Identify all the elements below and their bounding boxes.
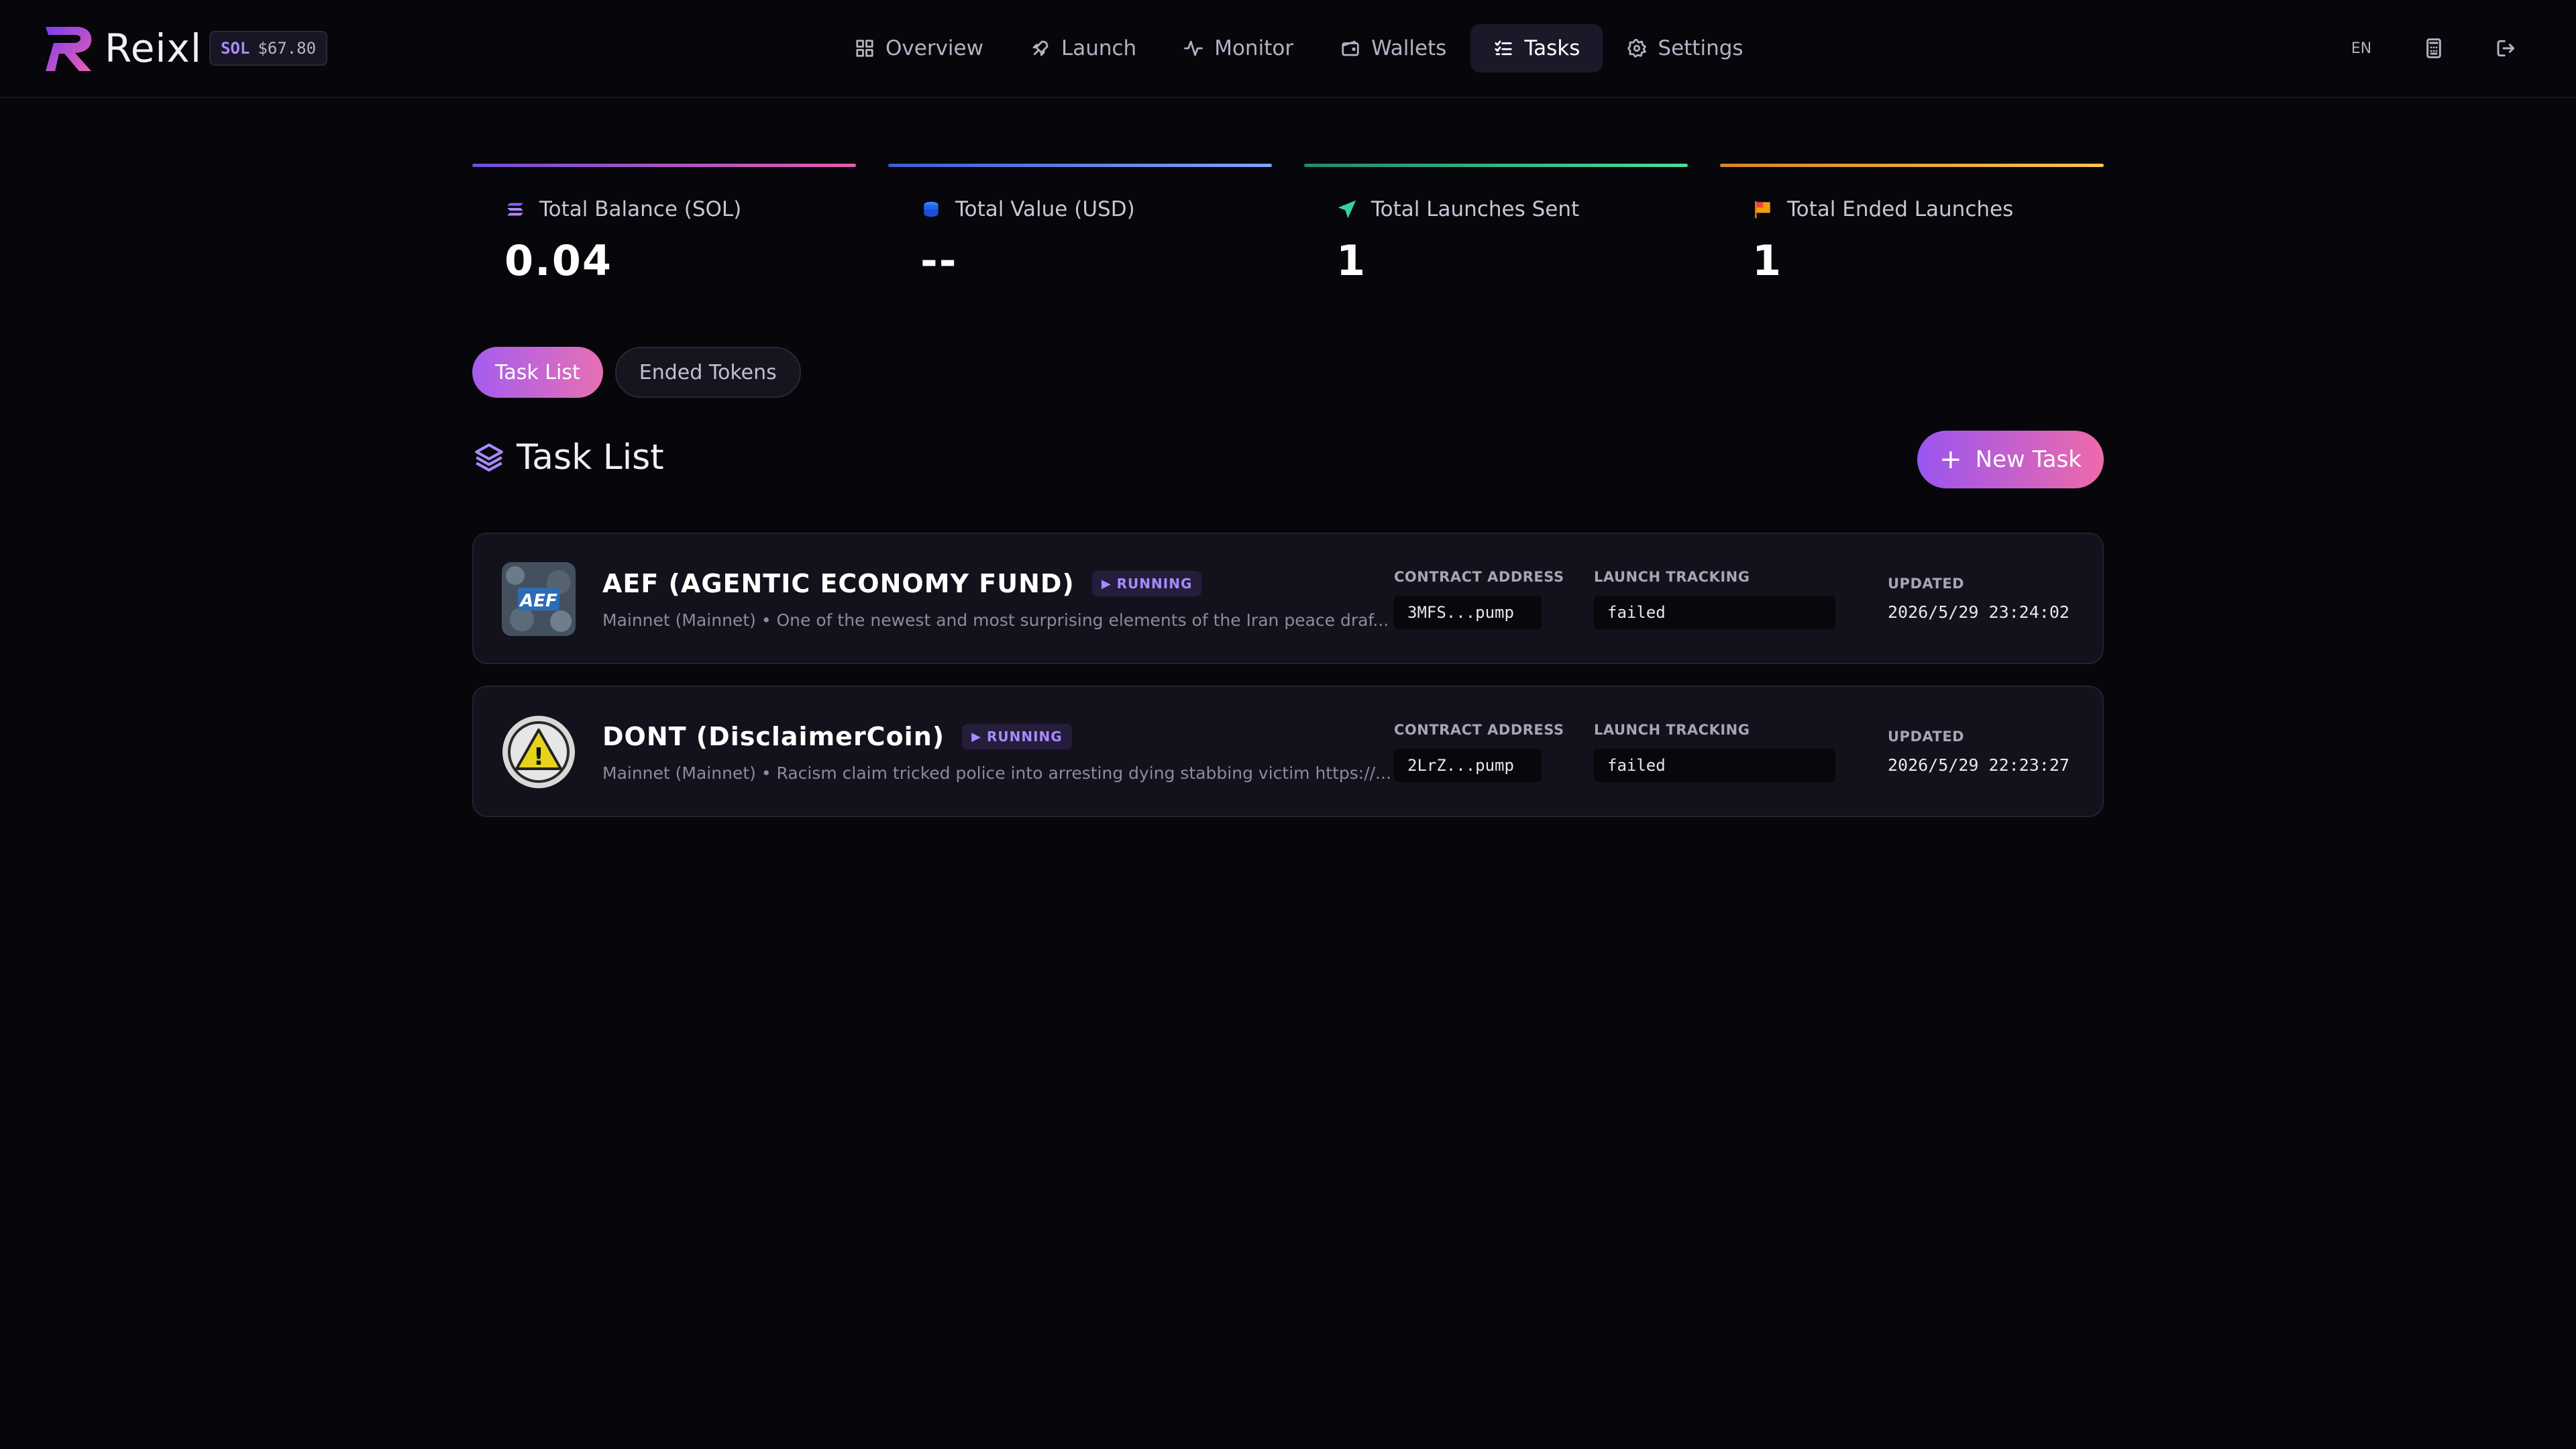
status-badge: ▶ RUNNING: [962, 724, 1072, 749]
stat-accent-bar: [888, 164, 1272, 167]
reixl-logo-icon: [46, 27, 92, 71]
contract-address-value[interactable]: 3MFS...pump: [1394, 596, 1542, 629]
tab-ended-tokens[interactable]: Ended Tokens: [614, 347, 801, 398]
stat-launches-sent: Total Launches Sent 1: [1304, 164, 1688, 298]
stat-accent-bar: [472, 164, 856, 167]
main-nav: Overview Launch Monitor Wallets Tasks Se…: [832, 24, 1766, 72]
token-image-text: !: [533, 743, 544, 771]
updated-value: 2026/5/29 22:23:27: [1888, 755, 2070, 775]
brand-logo-link[interactable]: Reixl: [43, 23, 202, 74]
stat-label: Total Launches Sent: [1371, 197, 1580, 221]
stat-label: Total Ended Launches: [1787, 197, 2014, 221]
view-tabs: Task List Ended Tokens: [472, 347, 801, 398]
coins-icon: [924, 201, 938, 217]
stat-value: --: [920, 236, 958, 285]
stat-value: 1: [1336, 236, 1367, 285]
stat-value: 1: [1752, 236, 1783, 285]
updated-value: 2026/5/29 23:24:02: [1888, 602, 2070, 622]
stat-label: Total Balance (SOL): [539, 197, 742, 221]
contract-address-label: CONTRACT ADDRESS: [1394, 569, 1564, 585]
stat-value: 0.04: [504, 236, 612, 285]
section-title-row: Task List: [472, 437, 664, 478]
contract-address-value[interactable]: 2LrZ...pump: [1394, 749, 1542, 782]
stat-ended-launches: Total Ended Launches 1: [1720, 164, 2104, 298]
status-badge: ▶ RUNNING: [1091, 571, 1202, 596]
launch-tracking-label: LAUNCH TRACKING: [1594, 722, 1750, 738]
nav-item-launch[interactable]: Launch: [1008, 24, 1159, 72]
stat-label-row: Total Value (USD): [920, 197, 1135, 221]
launch-tracking-value: failed: [1594, 749, 1835, 782]
list-check-icon: [1495, 40, 1512, 56]
top-right-controls: EN: [2334, 24, 2533, 72]
page-title: Task List: [517, 437, 664, 478]
nav-label: Settings: [1658, 36, 1743, 60]
nav-label: Monitor: [1214, 36, 1294, 60]
status-text: RUNNING: [986, 729, 1063, 745]
flag-icon: [1755, 201, 1770, 219]
nav-label: Wallets: [1371, 36, 1447, 60]
stat-accent-bar: [1720, 164, 2104, 167]
stat-total-balance: Total Balance (SOL) 0.04: [472, 164, 856, 298]
new-task-label: New Task: [1975, 446, 2082, 473]
plus-icon: +: [1939, 444, 1962, 475]
nav-item-monitor[interactable]: Monitor: [1161, 24, 1316, 72]
price-value: $67.80: [258, 39, 317, 58]
nav-label: Launch: [1061, 36, 1137, 60]
layers-icon: [475, 443, 503, 472]
status-text: RUNNING: [1116, 576, 1193, 592]
stat-label-row: Total Balance (SOL): [504, 197, 741, 221]
launch-tracking-value: failed: [1594, 596, 1835, 629]
token-name-row: AEF (AGENTIC ECONOMY FUND) ▶ RUNNING: [602, 569, 1202, 598]
language-selector[interactable]: EN: [2334, 24, 2388, 72]
logout-icon: [2497, 40, 2515, 57]
token-image: AEF: [502, 562, 576, 636]
gear-icon: [1627, 39, 1647, 58]
activity-icon: [1184, 40, 1203, 56]
play-icon: ▶: [971, 729, 981, 744]
stat-accent-bar: [1304, 164, 1688, 167]
wallet-icon: [1342, 40, 1359, 56]
nav-label: Tasks: [1524, 36, 1580, 60]
updated-label: UPDATED: [1888, 576, 1965, 592]
top-bar: Reixl SOL $67.80 Overview Launch Monitor…: [0, 0, 2576, 98]
stats-row: Total Balance (SOL) 0.04 Total Value (US…: [472, 164, 2104, 298]
task-list-header: Task List + New Task: [472, 429, 2104, 490]
sol-price-badge: SOL $67.80: [209, 31, 327, 66]
nav-item-tasks[interactable]: Tasks: [1470, 24, 1603, 72]
send-icon: [1338, 200, 1356, 219]
play-icon: ▶: [1101, 576, 1112, 591]
contract-address-label: CONTRACT ADDRESS: [1394, 722, 1564, 738]
calculator-button[interactable]: [2407, 24, 2461, 72]
nav-item-settings[interactable]: Settings: [1604, 24, 1766, 72]
token-name-row: DONT (DisclaimerCoin) ▶ RUNNING: [602, 722, 1072, 751]
tab-task-list[interactable]: Task List: [472, 347, 603, 398]
token-image: !: [502, 715, 576, 789]
solana-icon: [507, 203, 523, 216]
token-name: DONT (DisclaimerCoin): [602, 722, 945, 751]
stat-label-row: Total Launches Sent: [1336, 197, 1579, 221]
token-name: AEF (AGENTIC ECONOMY FUND): [602, 569, 1075, 598]
stat-label: Total Value (USD): [955, 197, 1135, 221]
price-symbol: SOL: [220, 39, 250, 58]
warning-token-icon: !: [502, 716, 575, 788]
logout-button[interactable]: [2479, 24, 2533, 72]
stat-total-value: Total Value (USD) --: [888, 164, 1272, 298]
updated-label: UPDATED: [1888, 729, 1965, 745]
nav-label: Overview: [885, 36, 983, 60]
nav-item-wallets[interactable]: Wallets: [1318, 24, 1469, 72]
nav-item-overview[interactable]: Overview: [832, 24, 1006, 72]
new-task-button[interactable]: + New Task: [1917, 431, 2104, 488]
aef-token-icon: AEF: [502, 562, 576, 636]
launch-tracking-label: LAUNCH TRACKING: [1594, 569, 1750, 585]
task-card[interactable]: ! DONT (DisclaimerCoin) ▶ RUNNING Mainne…: [472, 686, 2104, 817]
task-card[interactable]: AEF AEF (AGENTIC ECONOMY FUND) ▶ RUNNING…: [472, 533, 2104, 664]
grid-icon: [856, 40, 873, 57]
token-image-text: AEF: [519, 591, 557, 611]
rocket-icon: [1032, 40, 1049, 56]
stat-label-row: Total Ended Launches: [1752, 197, 2013, 221]
brand-name: Reixl: [105, 25, 202, 71]
calculator-icon: [2426, 38, 2441, 58]
